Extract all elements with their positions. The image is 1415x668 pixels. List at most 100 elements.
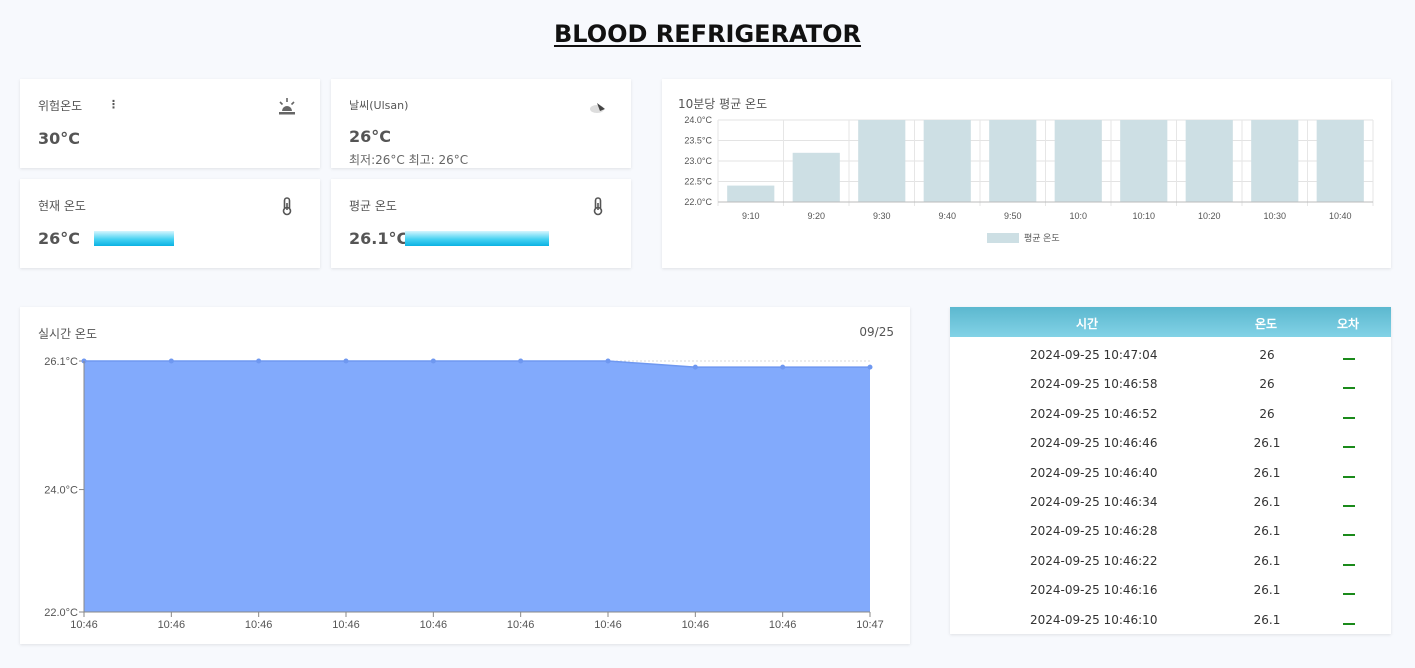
bar-y-tick: 22.5°C bbox=[684, 177, 712, 187]
bar[interactable] bbox=[1054, 120, 1102, 202]
bar[interactable] bbox=[1120, 120, 1168, 202]
current-temp-value: 26°C bbox=[38, 229, 81, 248]
bar-x-tick: 10:10 bbox=[1132, 211, 1155, 221]
header-time: 시간 bbox=[1076, 317, 1099, 331]
line-x-tick: 10:46 bbox=[420, 619, 448, 631]
bar-x-tick: 9:30 bbox=[873, 211, 891, 221]
line-x-tick: 10:46 bbox=[332, 619, 360, 631]
bar[interactable] bbox=[792, 152, 840, 202]
bar-chart: 22.0°C 22.5°C 23.0°C 23.5°C 24.0°C 9:10 9:20 9:… bbox=[684, 115, 1374, 243]
line-x-tick: 10:47 bbox=[856, 619, 884, 631]
thermometer-icon bbox=[276, 195, 298, 217]
average-temp-card: 평균 온도 26.1°C bbox=[331, 179, 631, 268]
table-row: 2024-09-25 10:46:40 26.1 bbox=[950, 457, 1391, 486]
current-temp-level-bar bbox=[94, 231, 174, 246]
line-x-tick: 10:46 bbox=[594, 619, 622, 631]
area-fill bbox=[84, 361, 870, 612]
bar-x-tick: 10:40 bbox=[1329, 211, 1352, 221]
line-x-tick: 10:46 bbox=[769, 619, 797, 631]
bar-x-tick: 10:30 bbox=[1263, 211, 1286, 221]
bar[interactable] bbox=[1185, 120, 1233, 202]
line-chart: 22.0°C 24.0°C 26.1°C 10:46 10:46 10:46 10:46 10… bbox=[44, 356, 884, 631]
table-row: 2024-09-25 10:46:52 26 bbox=[950, 398, 1391, 427]
thermometer-icon bbox=[587, 195, 609, 217]
temperature-log-table: 시간 온도 오차 2024-09-25 10:47:04 26 2024-09-25… bbox=[950, 307, 1391, 634]
table-row: 2024-09-25 10:46:58 26 bbox=[950, 368, 1391, 397]
more-icon[interactable]: ⋮ bbox=[108, 98, 119, 111]
table-row: 2024-09-25 10:46:46 26.1 bbox=[950, 427, 1391, 456]
line-x-tick: 10:46 bbox=[158, 619, 186, 631]
error-indicator bbox=[1343, 622, 1355, 625]
weather-min-max: 최저:26°C 최고: 26°C bbox=[349, 153, 469, 167]
line-x-tick: 10:46 bbox=[245, 619, 273, 631]
bar-y-tick: 24.0°C bbox=[684, 115, 712, 125]
bar[interactable] bbox=[923, 120, 971, 202]
header-error: 오차 bbox=[1337, 317, 1360, 331]
weather-value: 26°C bbox=[349, 127, 392, 146]
error-indicator bbox=[1343, 416, 1355, 419]
danger-temp-card: 위험온도 ⋮ 30°C bbox=[20, 79, 320, 168]
line-y-tick: 24.0°C bbox=[44, 485, 78, 497]
line-x-tick: 10:46 bbox=[682, 619, 710, 631]
table-row: 2024-09-25 10:46:34 26.1 bbox=[950, 486, 1391, 515]
data-point[interactable] bbox=[430, 358, 436, 364]
error-indicator bbox=[1343, 387, 1355, 390]
bar-y-tick: 23.5°C bbox=[684, 136, 712, 146]
table-row: 2024-09-25 10:46:16 26.1 bbox=[950, 574, 1391, 603]
danger-temp-value: 30°C bbox=[38, 129, 81, 148]
data-point[interactable] bbox=[518, 358, 524, 364]
header-temp: 온도 bbox=[1255, 317, 1278, 331]
line-x-tick: 10:46 bbox=[70, 619, 98, 631]
error-indicator bbox=[1343, 505, 1355, 507]
table-row: 2024-09-25 10:46:10 26.1 bbox=[950, 604, 1391, 633]
bar-x-tick: 10:20 bbox=[1198, 211, 1221, 221]
data-point[interactable] bbox=[692, 364, 698, 370]
error-indicator bbox=[1343, 358, 1355, 360]
table-row: 2024-09-25 10:47:04 26 bbox=[950, 339, 1391, 368]
weather-card: 날씨(Ulsan) 26°C 최저:26°C 최고: 26°C bbox=[331, 79, 631, 168]
data-point[interactable] bbox=[780, 364, 786, 370]
legend-swatch bbox=[987, 233, 1019, 243]
table-row: 2024-09-25 10:46:28 26.1 bbox=[950, 515, 1391, 544]
error-indicator bbox=[1343, 593, 1355, 596]
bar[interactable] bbox=[1251, 120, 1299, 202]
table-header: 시간 온도 오차 bbox=[950, 307, 1391, 337]
error-indicator bbox=[1343, 534, 1355, 537]
bar[interactable] bbox=[989, 120, 1037, 202]
weather-cloud-icon bbox=[587, 95, 609, 117]
bar-x-tick: 10:0 bbox=[1069, 211, 1087, 221]
error-indicator bbox=[1343, 446, 1355, 449]
line-y-tick: 26.1°C bbox=[44, 356, 78, 368]
bar-y-tick: 23.0°C bbox=[684, 156, 712, 166]
line-y-tick: 22.0°C bbox=[44, 607, 78, 619]
bar[interactable] bbox=[1316, 120, 1364, 202]
average-temp-value: 26.1°C bbox=[349, 229, 409, 248]
average-temp-level-bar bbox=[405, 231, 549, 246]
data-point[interactable] bbox=[168, 358, 174, 364]
bar-x-tick: 9:10 bbox=[742, 211, 760, 221]
avg-per-10min-card: 10분당 평균 온도 22.0°C 22.5°C 23.0°C 23.5°C 24.0°… bbox=[662, 79, 1391, 268]
data-point[interactable] bbox=[343, 358, 349, 364]
data-point[interactable] bbox=[867, 364, 873, 370]
weather-label: 날씨(Ulsan) bbox=[349, 99, 409, 112]
error-indicator bbox=[1343, 563, 1355, 566]
page-title: BLOOD REFRIGERATOR bbox=[553, 20, 862, 48]
table-row: 2024-09-25 10:46:22 26.1 bbox=[950, 545, 1391, 574]
bar-x-tick: 9:40 bbox=[938, 211, 956, 221]
average-temp-label: 평균 온도 bbox=[349, 199, 397, 213]
legend-label: 평균 온도 bbox=[1024, 233, 1060, 243]
danger-temp-label: 위험온도 bbox=[38, 99, 83, 113]
current-temp-card: 현재 온도 26°C bbox=[20, 179, 320, 268]
line-x-tick: 10:46 bbox=[507, 619, 535, 631]
realtime-temp-card: 실시간 온도 09/25 22.0°C 24.0°C 26.1°C 10:46 10:4… bbox=[20, 307, 910, 644]
data-point[interactable] bbox=[256, 358, 262, 364]
data-point[interactable] bbox=[605, 358, 611, 364]
current-temp-label: 현재 온도 bbox=[38, 199, 86, 213]
error-indicator bbox=[1343, 475, 1355, 478]
bar-x-tick: 9:50 bbox=[1004, 211, 1022, 221]
alarm-light-icon bbox=[276, 95, 298, 117]
bar-x-tick: 9:20 bbox=[807, 211, 825, 221]
bar[interactable] bbox=[727, 185, 775, 202]
bar[interactable] bbox=[858, 120, 906, 202]
bar-y-tick: 22.0°C bbox=[684, 197, 712, 207]
